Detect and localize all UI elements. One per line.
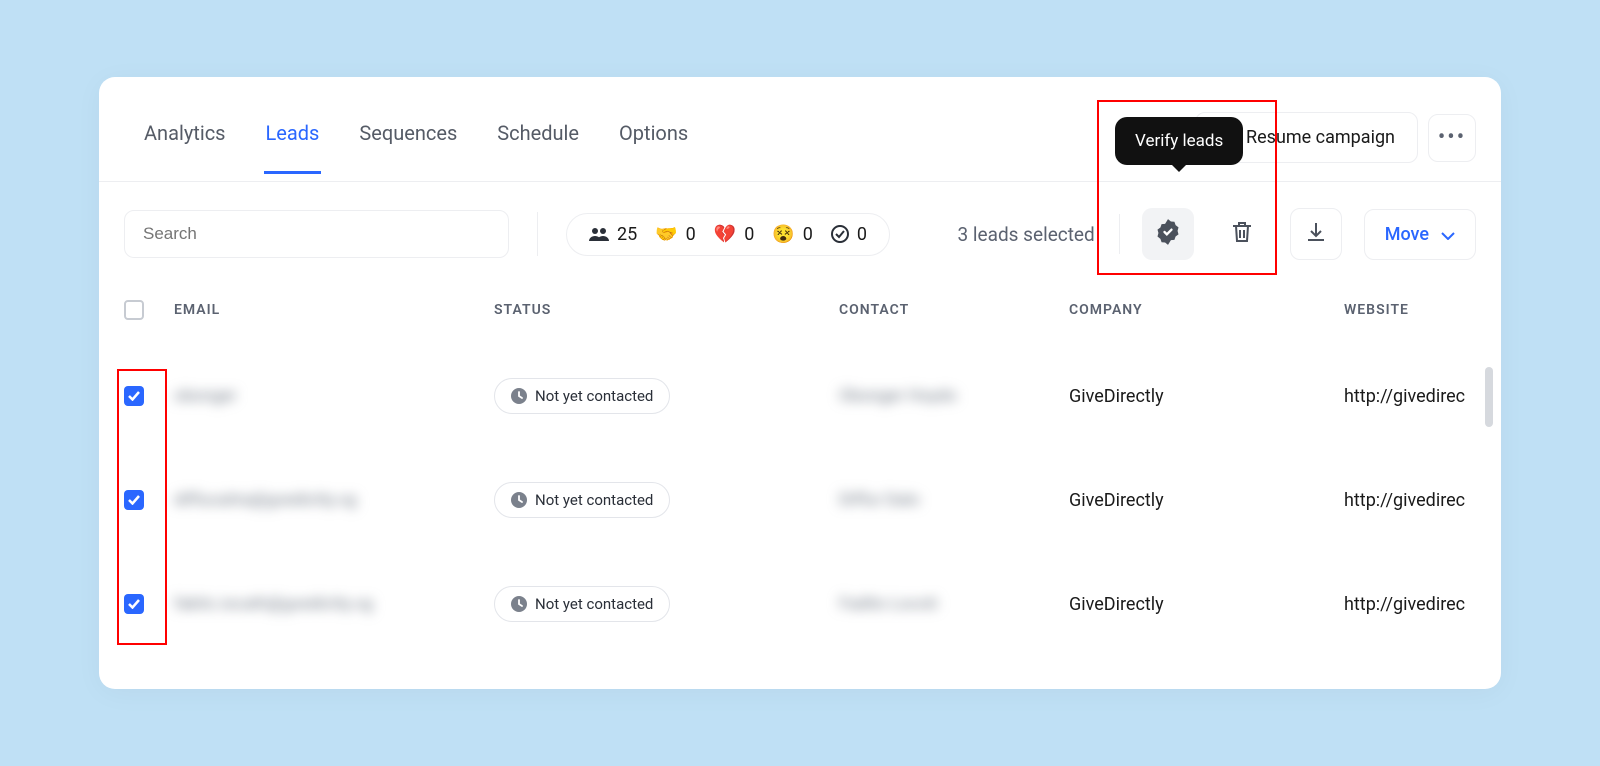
trash-icon (1231, 220, 1253, 248)
leads-panel: Analytics Leads Sequences Schedule Optio… (99, 77, 1501, 689)
people-icon (589, 227, 609, 241)
col-status: STATUS (494, 302, 839, 318)
col-website: WEBSITE (1344, 302, 1476, 318)
divider (537, 212, 538, 256)
tab-bar: Analytics Leads Sequences Schedule Optio… (99, 77, 1501, 182)
stat-dizzy: 😵 0 (772, 224, 813, 245)
table-header: EMAIL STATUS CONTACT COMPANY WEBSITE (124, 282, 1476, 344)
tab-analytics[interactable]: Analytics (124, 121, 246, 173)
search-input[interactable] (124, 210, 509, 258)
status-label: Not yet contacted (535, 595, 653, 613)
stats-box: 25 🤝 0 💔 0 😵 0 0 (566, 213, 890, 256)
verify-badge-icon (1154, 218, 1182, 250)
stat-people-value: 25 (617, 224, 637, 245)
select-all-checkbox[interactable] (124, 300, 144, 320)
cell-contact: Diffur Dalo (839, 490, 1069, 510)
chevron-down-icon (1441, 224, 1455, 245)
stat-checkmark: 0 (831, 224, 867, 245)
action-group: Move (1119, 208, 1476, 260)
cell-website: http://givedirec (1344, 490, 1476, 511)
row-checkbox[interactable] (124, 386, 144, 406)
move-label: Move (1385, 224, 1429, 245)
row-checkbox[interactable] (124, 490, 144, 510)
stat-dizzy-value: 0 (803, 224, 813, 245)
status-label: Not yet contacted (535, 387, 653, 405)
selected-count-label: 3 leads selected (958, 223, 1095, 246)
cell-email: diffucaitra@gvedictty.vg (174, 490, 494, 510)
check-circle-icon (831, 225, 849, 243)
handshake-icon: 🤝 (655, 224, 677, 245)
heartbreak-icon: 💔 (714, 224, 736, 245)
row-checkbox[interactable] (124, 594, 144, 614)
cell-company: GiveDirectly (1069, 490, 1344, 511)
table-row[interactable]: fakitc.iocath@gvedictty.vg Not yet conta… (124, 552, 1476, 656)
cell-email: fakitc.iocath@gvedictty.vg (174, 594, 494, 614)
dizzy-icon: 😵 (772, 224, 794, 245)
status-pill: Not yet contacted (494, 378, 670, 414)
stat-people: 25 (589, 224, 637, 245)
table-row[interactable]: diffucaitra@gvedictty.vg Not yet contact… (124, 448, 1476, 552)
col-company: COMPANY (1069, 302, 1344, 318)
cell-email: obonger (174, 386, 494, 406)
col-contact: CONTACT (839, 302, 1069, 318)
col-email: EMAIL (174, 302, 494, 318)
toolbar: 25 🤝 0 💔 0 😵 0 0 3 leads selected (99, 182, 1501, 282)
move-button[interactable]: Move (1364, 209, 1476, 260)
verify-tooltip: Verify leads (1115, 117, 1243, 165)
action-divider (1119, 214, 1120, 254)
cell-company: GiveDirectly (1069, 594, 1344, 615)
leads-table: EMAIL STATUS CONTACT COMPANY WEBSITE obo… (99, 282, 1501, 656)
stat-handshake: 🤝 0 (655, 224, 696, 245)
table-row[interactable]: obonger Not yet contacted Obonger Hoydo … (124, 344, 1476, 448)
status-pill: Not yet contacted (494, 586, 670, 622)
clock-icon (511, 388, 527, 404)
cell-website: http://givedirec (1344, 594, 1476, 615)
cell-contact: Fadito Locoti (839, 594, 1069, 614)
cell-contact: Obonger Hoydo (839, 386, 1069, 406)
tab-sequences[interactable]: Sequences (339, 121, 477, 173)
clock-icon (511, 596, 527, 612)
scrollbar-thumb[interactable] (1485, 367, 1493, 427)
cell-company: GiveDirectly (1069, 386, 1344, 407)
cell-website: http://givedirec (1344, 386, 1476, 407)
delete-button[interactable] (1216, 208, 1268, 260)
stat-heartbreak-value: 0 (744, 224, 754, 245)
tab-options[interactable]: Options (599, 121, 708, 173)
status-label: Not yet contacted (535, 491, 653, 509)
stat-checkmark-value: 0 (857, 224, 867, 245)
verify-leads-button[interactable] (1142, 208, 1194, 260)
dots-icon: ••• (1438, 125, 1466, 150)
stat-heartbreak: 💔 0 (714, 224, 755, 245)
clock-icon (511, 492, 527, 508)
download-icon (1305, 221, 1327, 247)
download-button[interactable] (1290, 208, 1342, 260)
resume-campaign-label: Resume campaign (1246, 127, 1395, 148)
more-menu-button[interactable]: ••• (1428, 114, 1476, 162)
status-pill: Not yet contacted (494, 482, 670, 518)
search-field[interactable] (143, 224, 490, 244)
stat-handshake-value: 0 (686, 224, 696, 245)
tab-leads[interactable]: Leads (246, 121, 340, 173)
tab-schedule[interactable]: Schedule (477, 121, 599, 173)
